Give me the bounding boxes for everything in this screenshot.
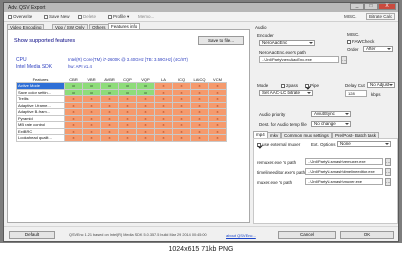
- status-bar: Default QSVEnc 1.21 based on Intel(R) Me…: [4, 226, 398, 241]
- ext-options-select[interactable]: None: [337, 141, 391, 147]
- support-cell: x: [154, 134, 173, 142]
- ext-options-label: Ext. Options: [311, 142, 336, 147]
- browse-remuxer-button[interactable]: …: [385, 158, 391, 166]
- pipe-label: Pipe: [310, 83, 320, 88]
- version-text: QSVEnc 1.21 based on Intel(R) Media SDK …: [69, 233, 207, 237]
- support-cell: x: [100, 134, 119, 142]
- use-external-muxer-box: [257, 142, 261, 147]
- fawcheck-box: [347, 39, 351, 44]
- audio-temp-label: Dest. for Audio temp file: [259, 122, 307, 127]
- save-new-button[interactable]: Save New: [44, 14, 70, 19]
- remuxer-path-label: remuxer.exe 's path: [257, 160, 297, 165]
- feature-row[interactable]: Lookahead qualit... x x x x x x x x x: [16, 134, 227, 142]
- gear-icon: [108, 14, 112, 19]
- cancel-button[interactable]: Cancel: [278, 231, 336, 239]
- ok-button[interactable]: OK: [340, 231, 394, 239]
- two-pass-label: 2pass: [286, 83, 299, 88]
- fawcheck-checkbox[interactable]: FAWCheck: [347, 39, 374, 44]
- audio-priority-label: Audio priority: [259, 112, 286, 117]
- two-pass-checkbox[interactable]: 2pass: [281, 83, 298, 88]
- kbps-label: kbps: [371, 92, 381, 97]
- media-sdk-label: Intel Media SDK: [16, 64, 53, 70]
- fawcheck-label: FAWCheck: [352, 39, 375, 44]
- encoder-path-input[interactable]: ..\Jrd\Party\neroAacEnc.exe: [259, 56, 339, 63]
- browse-muxer-button[interactable]: …: [385, 178, 391, 186]
- audio-panel: Audio Encoder NeroAacEnc MISC. FAWCheck …: [253, 22, 398, 227]
- browse-timeline-button[interactable]: …: [385, 168, 391, 176]
- support-cell: x: [136, 134, 155, 142]
- mode-select[interactable]: Set AAC-LC bitrate: [259, 90, 313, 96]
- muxer-path-input[interactable]: ..\Jrd\Party\l-smash\muxer.exe: [305, 178, 383, 185]
- cpu-value: Intel(R) Core(TM) i7-2600K @ 3.40GHz [TB…: [68, 57, 188, 62]
- muxer-path-label: muxer.exe 's path: [257, 180, 293, 185]
- maximize-button[interactable]: □: [364, 3, 378, 10]
- pipe-box: [305, 83, 309, 88]
- delete-label: Delete: [83, 14, 97, 19]
- pipe-checkbox[interactable]: Pipe: [305, 83, 319, 88]
- mode-label: Mode: [257, 83, 269, 88]
- timeline-path-input[interactable]: ..\Jrd\Party\l-smash\timelineeditor.exe: [305, 168, 383, 175]
- support-cell: x: [172, 134, 191, 142]
- support-cell: x: [82, 134, 101, 142]
- window-frame: Adv. QSV Export _ □ X Overwrite Save New…: [0, 0, 402, 243]
- show-features-label: Show supported features: [14, 38, 76, 44]
- delay-cut-label: Delay Cut: [345, 83, 365, 88]
- bitrate-calc-button[interactable]: Bitrate Calc: [366, 13, 396, 20]
- title-bar: Adv. QSV Export _ □ X: [4, 3, 398, 12]
- tab-mp4[interactable]: mp4: [253, 131, 268, 138]
- media-sdk-value: hw: API v1.4: [68, 64, 92, 69]
- delete-button[interactable]: Delete: [78, 14, 96, 19]
- misc-label: MISC.: [347, 32, 360, 37]
- audio-temp-select[interactable]: No change: [311, 121, 351, 127]
- overwrite-button[interactable]: Overwrite: [8, 14, 32, 19]
- order-label: Order: [347, 47, 359, 52]
- new-icon: [44, 14, 48, 19]
- save-to-file-button[interactable]: Save to file...: [198, 36, 244, 45]
- close-button[interactable]: X: [378, 3, 396, 10]
- cpu-label: CPU: [16, 57, 27, 63]
- support-cell: x: [64, 134, 83, 142]
- misc-button[interactable]: MISC.: [344, 14, 357, 19]
- save-icon: [8, 14, 12, 19]
- encoder-select[interactable]: NeroAacEnc: [259, 40, 315, 46]
- support-cell: x: [208, 134, 227, 142]
- remuxer-path-input[interactable]: ..\Jrd\Party\l-smash\remuxer.exe: [305, 158, 383, 165]
- toolbar: Overwrite Save New Delete Profile ▾ Memo…: [4, 12, 398, 22]
- two-pass-box: [281, 83, 285, 88]
- dialog-window: Adv. QSV Export _ □ X Overwrite Save New…: [3, 2, 399, 242]
- image-caption: 1024x615 71kb PNG: [0, 243, 402, 257]
- support-cell: x: [190, 134, 209, 142]
- support-cell: x: [118, 134, 137, 142]
- bitrate-input[interactable]: 128: [345, 90, 367, 97]
- delay-cut-select[interactable]: No Adjust: [367, 82, 395, 88]
- audio-section-label: Audio: [255, 25, 267, 30]
- order-select[interactable]: After: [363, 46, 393, 52]
- path-label: NeroAacEnc.exe's path: [259, 50, 306, 55]
- profile-label: Profile: [113, 14, 126, 19]
- features-panel: Show supported features Save to file... …: [7, 29, 250, 223]
- use-external-muxer-label: use external muxer: [262, 142, 301, 147]
- about-link[interactable]: about QSVEnc...: [226, 233, 256, 238]
- default-button[interactable]: Default: [9, 231, 55, 239]
- profile-dropdown[interactable]: Profile ▾: [108, 14, 129, 20]
- feature-name: Lookahead qualit...: [16, 134, 65, 142]
- minimize-button[interactable]: _: [350, 3, 364, 10]
- timeline-path-label: timelineeditor.exe's path: [257, 170, 306, 175]
- delete-icon: [78, 14, 82, 19]
- memo-button[interactable]: Memo...: [138, 14, 154, 19]
- window-title: Adv. QSV Export: [8, 5, 46, 11]
- features-table: Features CBR VBR AVBR CQP VQP LA ICQ LAICQ VCM Act…: [16, 76, 227, 142]
- save-new-label: Save New: [49, 14, 70, 19]
- overwrite-label: Overwrite: [13, 14, 33, 19]
- audio-priority-select[interactable]: AviutlSync: [311, 111, 351, 117]
- encoder-label: Encoder: [257, 33, 274, 38]
- browse-encoder-button[interactable]: …: [341, 56, 347, 64]
- use-external-muxer-checkbox[interactable]: use external muxer: [257, 142, 300, 147]
